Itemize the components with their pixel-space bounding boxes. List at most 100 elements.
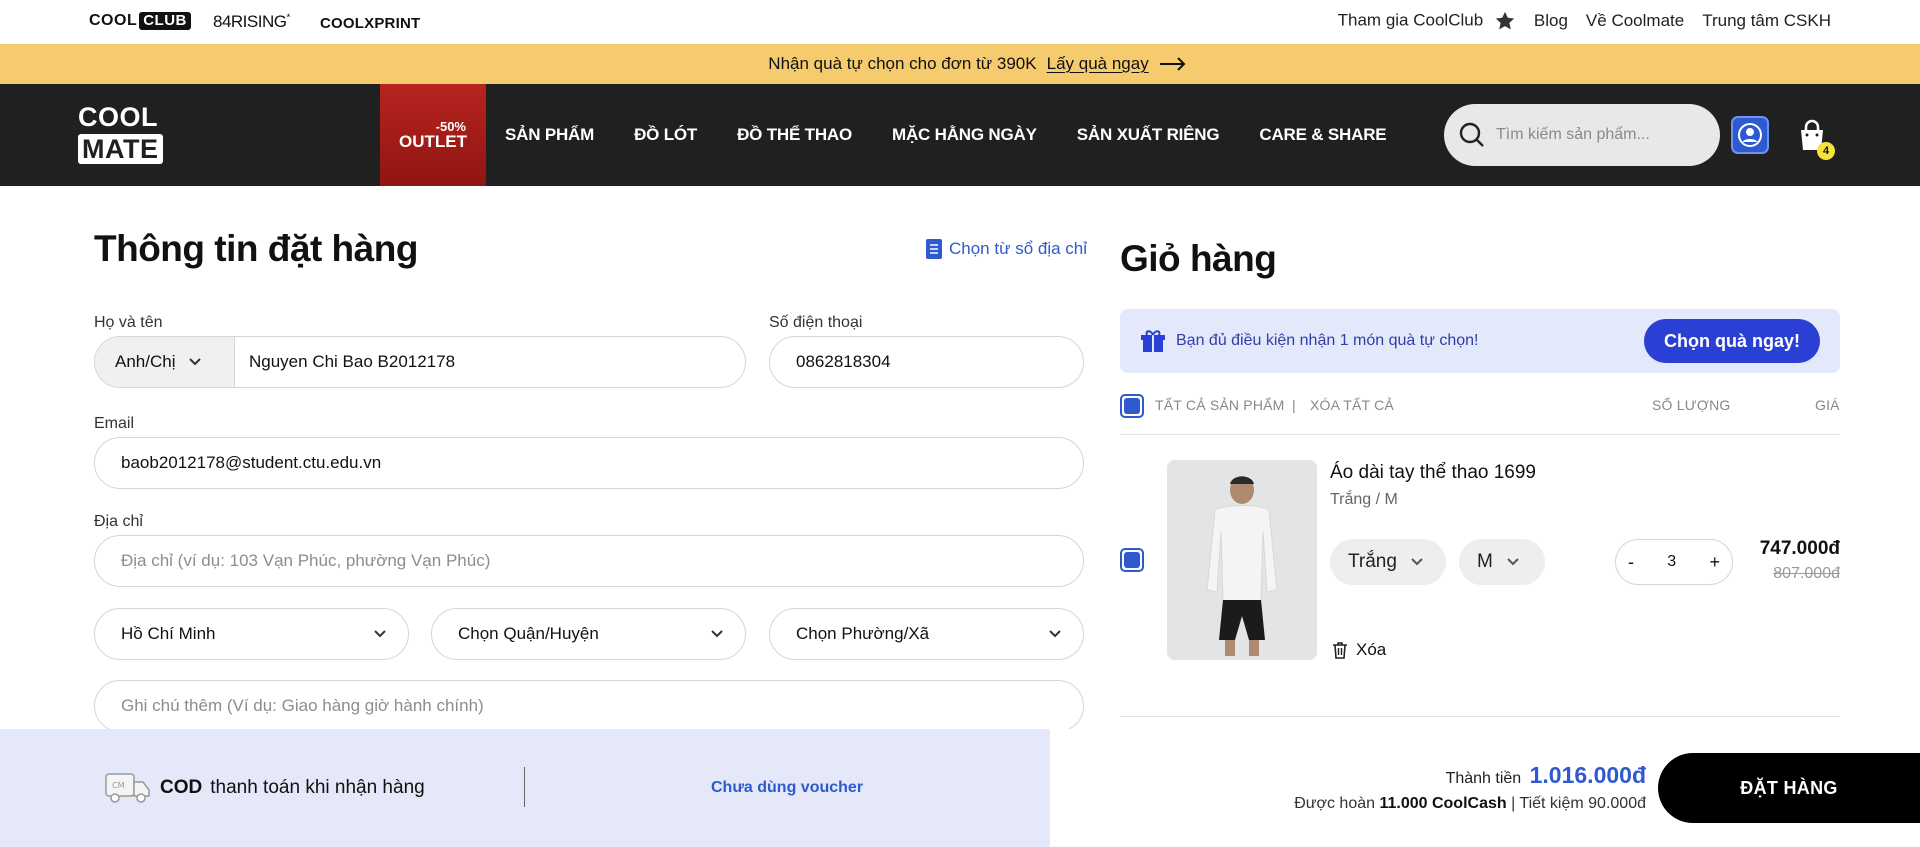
gift-text: Bạn đủ điều kiện nhận 1 món quà tự chọn! — [1176, 332, 1479, 349]
top-links: Tham gia CoolClub Blog Về Coolmate Trung… — [1338, 10, 1831, 32]
nav-items: SẢN PHẨM ĐỒ LÓT ĐỒ THỂ THAO MẶC HẰNG NGÀ… — [505, 84, 1387, 186]
promo-text: Nhận quà tự chọn cho đơn từ 390K — [768, 54, 1037, 73]
nav-item-sportswear[interactable]: ĐỒ THỂ THAO — [737, 125, 852, 145]
customer-support-link[interactable]: Trung tâm CSKH — [1702, 11, 1831, 31]
name-field: Anh/Chị Nguyen Chi Bao B2012178 — [94, 336, 746, 388]
name-label: Họ và tên — [94, 314, 163, 331]
payment-method[interactable]: CM COD thanh toán khi nhận hàng — [104, 768, 425, 808]
remove-item-button[interactable]: Xóa — [1332, 640, 1386, 660]
city-value: Hồ Chí Minh — [121, 624, 216, 643]
blog-link[interactable]: Blog — [1534, 11, 1568, 31]
product-image[interactable] — [1167, 460, 1317, 660]
trash-icon — [1333, 642, 1347, 659]
user-icon — [1738, 123, 1762, 147]
gift-banner: Bạn đủ điều kiện nhận 1 món quà tự chọn!… — [1120, 309, 1840, 373]
payment-method-code: COD — [160, 777, 203, 798]
refund-prefix: Được hoàn — [1294, 795, 1376, 812]
item-original-price: 807.000đ — [1773, 565, 1840, 582]
promo-link[interactable]: Lấy quà ngay — [1047, 54, 1149, 74]
delivery-truck-icon: CM — [105, 773, 150, 803]
nav-item-daily-wear[interactable]: MẶC HẰNG NGÀY — [892, 125, 1037, 145]
chevron-down-icon — [1507, 558, 1519, 566]
remove-item-label: Xóa — [1356, 640, 1387, 659]
color-value: Trắng — [1348, 551, 1397, 572]
coolmate-logo[interactable]: COOL MATE — [78, 102, 178, 168]
cart-header-separator: | — [1292, 397, 1296, 413]
address-field[interactable]: Địa chỉ (ví dụ: 103 Vạn Phúc, phường Vạn… — [94, 535, 1084, 587]
note-input[interactable]: Ghi chú thêm (Ví dụ: Giao hàng giờ hành … — [95, 696, 484, 716]
color-select[interactable]: Trắng — [1330, 539, 1446, 585]
refund-value: 11.000 CoolCash — [1379, 795, 1507, 812]
district-value: Chọn Quận/Huyện — [458, 624, 599, 643]
chevron-down-icon — [1411, 558, 1423, 566]
nav-item-custom-production[interactable]: SẢN XUẤT RIÊNG — [1077, 125, 1220, 145]
ward-value: Chọn Phường/Xã — [796, 624, 930, 643]
nav-item-care-share[interactable]: CARE & SHARE — [1259, 125, 1386, 145]
star-icon — [1495, 11, 1515, 30]
cart-title: Giỏ hàng — [1120, 238, 1277, 279]
payment-method-text: thanh toán khi nhận hàng — [210, 777, 425, 798]
chevron-down-icon — [711, 630, 723, 638]
address-book-link[interactable]: Chọn từ sổ địa chỉ — [925, 238, 1087, 260]
district-select[interactable]: Chọn Quận/Huyện — [431, 608, 746, 660]
quantity-stepper: - 3 + — [1615, 539, 1733, 585]
payment-separator — [524, 767, 525, 807]
place-order-button[interactable]: ĐẶT HÀNG — [1658, 753, 1920, 823]
order-info-title: Thông tin đặt hàng — [94, 228, 418, 269]
salutation-select[interactable]: Anh/Chị — [95, 337, 235, 387]
search-input[interactable] — [1496, 126, 1696, 144]
cart-item-divider — [1120, 716, 1840, 717]
phone-input[interactable]: 0862818304 — [770, 352, 891, 372]
size-select[interactable]: M — [1459, 539, 1545, 585]
address-book-label: Chọn từ sổ địa chỉ — [949, 239, 1088, 258]
total-label: Thành tiền — [1445, 770, 1522, 787]
product-name[interactable]: Áo dài tay thể thao 1699 — [1330, 462, 1536, 484]
nav-item-outlet[interactable]: -50% OUTLET — [380, 84, 486, 186]
search-icon[interactable] — [1458, 121, 1486, 149]
email-input[interactable]: baob2012178@student.ctu.edu.vn — [95, 453, 381, 473]
arrow-right-icon — [1159, 57, 1186, 71]
name-input[interactable]: Nguyen Chi Bao B2012178 — [235, 352, 455, 372]
quantity-value[interactable]: 3 — [1667, 553, 1676, 571]
address-label: Địa chỉ — [94, 513, 143, 530]
address-input[interactable]: Địa chỉ (ví dụ: 103 Vạn Phúc, phường Vạn… — [95, 551, 490, 571]
email-label: Email — [94, 415, 135, 432]
select-all-checkbox[interactable] — [1120, 394, 1144, 418]
email-field[interactable]: baob2012178@student.ctu.edu.vn — [94, 437, 1084, 489]
coolclub-brand-link[interactable]: COOL CLUB — [89, 12, 191, 30]
join-coolclub-label: Tham gia CoolClub — [1337, 10, 1484, 30]
item-checkbox[interactable] — [1120, 548, 1144, 572]
product-variant: Trắng / M — [1330, 491, 1398, 508]
ward-select[interactable]: Chọn Phường/Xã — [769, 608, 1084, 660]
logo-line-2: MATE — [78, 134, 163, 164]
size-value: M — [1477, 551, 1493, 572]
svg-text:CM: CM — [112, 781, 125, 790]
coolxprint-brand-link[interactable]: COOLXPRINT — [320, 15, 420, 32]
coolclub-brand-text: COOL — [89, 12, 138, 29]
increase-button[interactable]: + — [1709, 552, 1720, 573]
nav-item-products[interactable]: SẢN PHẨM — [505, 125, 594, 145]
note-field[interactable]: Ghi chú thêm (Ví dụ: Giao hàng giờ hành … — [94, 680, 1084, 732]
logo-line-1: COOL — [78, 102, 158, 132]
city-select[interactable]: Hồ Chí Minh — [94, 608, 409, 660]
chevron-down-icon — [374, 630, 386, 638]
all-products-label[interactable]: TẤT CẢ SẢN PHẨM — [1155, 397, 1285, 413]
nav-item-underwear[interactable]: ĐỒ LÓT — [634, 125, 697, 145]
voucher-button[interactable]: Chưa dùng voucher — [711, 779, 863, 797]
coolclub-brand-box: CLUB — [139, 12, 191, 30]
clear-all-button[interactable]: XÓA TẤT CẢ — [1310, 397, 1394, 413]
main-nav: COOL MATE -50% OUTLET SẢN PHẨM ĐỒ LÓT ĐỒ… — [0, 84, 1920, 186]
choose-gift-button[interactable]: Chọn quà ngay! — [1644, 319, 1820, 363]
phone-field[interactable]: 0862818304 — [769, 336, 1084, 388]
quantity-column-header: SỐ LƯỢNG — [1652, 397, 1731, 413]
84rising-brand-link[interactable]: 84RISING* — [213, 12, 290, 32]
price-column-header: GIÁ — [1815, 397, 1840, 413]
search-box — [1444, 104, 1720, 166]
account-button[interactable] — [1731, 116, 1769, 154]
savings-text: | Tiết kiệm 90.000đ — [1511, 795, 1646, 812]
join-coolclub-link[interactable]: Tham gia CoolClub — [1338, 10, 1516, 32]
decrease-button[interactable]: - — [1628, 552, 1634, 573]
about-coolmate-link[interactable]: Về Coolmate — [1586, 11, 1684, 31]
address-book-icon — [926, 239, 942, 259]
chevron-down-icon — [1049, 630, 1061, 638]
